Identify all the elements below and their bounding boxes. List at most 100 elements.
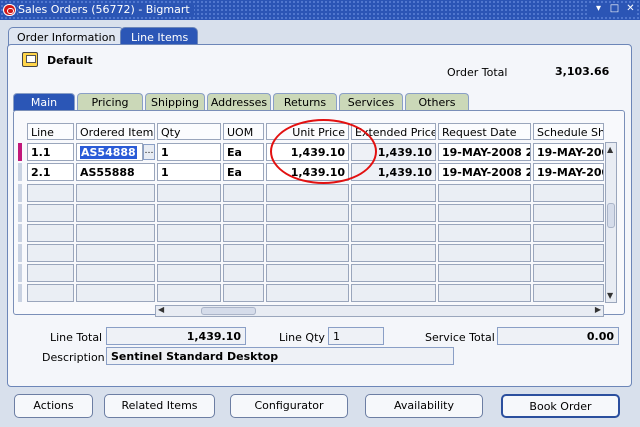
row-selector[interactable] [18, 224, 22, 242]
tab-pricing[interactable]: Pricing [77, 93, 143, 111]
empty-cell[interactable] [157, 264, 221, 282]
tab-main[interactable]: Main [13, 93, 75, 111]
row-selector[interactable] [18, 264, 22, 282]
actions-button[interactable]: Actions [14, 394, 93, 418]
empty-cell[interactable] [438, 204, 531, 222]
tab-returns[interactable]: Returns [273, 93, 337, 111]
book-order-button[interactable]: Book Order [501, 394, 620, 418]
empty-cell[interactable] [351, 184, 436, 202]
column-header-schedule-ship[interactable]: Schedule Ship [533, 123, 604, 140]
empty-cell[interactable] [533, 224, 604, 242]
horizontal-scrollbar[interactable]: ◀ ▶ [155, 305, 604, 317]
description-field[interactable]: Sentinel Standard Desktop [106, 347, 454, 365]
empty-cell[interactable] [27, 224, 74, 242]
tab-others[interactable]: Others [405, 93, 469, 111]
tab-services[interactable]: Services [339, 93, 403, 111]
folder-icon[interactable] [22, 52, 38, 67]
restore-icon[interactable]: ▾ [592, 3, 605, 16]
column-header-line[interactable]: Line [27, 123, 74, 140]
scroll-left-icon[interactable]: ◀ [158, 305, 164, 314]
empty-cell[interactable] [157, 244, 221, 262]
line-qty-field[interactable]: 1 [328, 327, 384, 345]
empty-cell[interactable] [438, 244, 531, 262]
scroll-right-icon[interactable]: ▶ [595, 305, 601, 314]
availability-button[interactable]: Availability [365, 394, 483, 418]
empty-cell[interactable] [223, 224, 264, 242]
schedule-ship-cell[interactable]: 19-MAY-2008 [533, 143, 604, 161]
empty-cell[interactable] [76, 264, 155, 282]
empty-cell[interactable] [438, 184, 531, 202]
column-header-uom[interactable]: UOM [223, 123, 264, 140]
list-of-values-button[interactable]: … [143, 144, 155, 160]
related-items-button[interactable]: Related Items [104, 394, 215, 418]
ordered-item-cell[interactable]: AS55888 [76, 163, 155, 181]
request-date-cell[interactable]: 19-MAY-2008 21:4 [438, 163, 531, 181]
uom-cell[interactable]: Ea [223, 163, 264, 181]
empty-cell[interactable] [533, 244, 604, 262]
line-number-cell[interactable]: 2.1 [27, 163, 74, 181]
empty-cell[interactable] [27, 244, 74, 262]
qty-cell[interactable]: 1 [157, 143, 221, 161]
scroll-down-icon[interactable]: ▼ [607, 291, 613, 300]
empty-cell[interactable] [76, 184, 155, 202]
empty-cell[interactable] [533, 284, 604, 302]
empty-cell[interactable] [157, 184, 221, 202]
empty-cell[interactable] [351, 204, 436, 222]
empty-cell[interactable] [438, 264, 531, 282]
row-selector[interactable] [18, 184, 22, 202]
ordered-item-cell[interactable]: AS54888 [76, 143, 143, 161]
close-icon[interactable]: ✕ [624, 3, 637, 16]
empty-cell[interactable] [533, 264, 604, 282]
row-selector-current[interactable] [18, 143, 22, 161]
empty-cell[interactable] [157, 204, 221, 222]
request-date-cell[interactable]: 19-MAY-2008 21:4 [438, 143, 531, 161]
empty-cell[interactable] [351, 264, 436, 282]
empty-cell[interactable] [266, 244, 349, 262]
empty-cell[interactable] [533, 184, 604, 202]
empty-cell[interactable] [27, 204, 74, 222]
column-header-ordered-item[interactable]: Ordered Item [76, 123, 155, 140]
scroll-thumb[interactable] [607, 203, 615, 228]
empty-cell[interactable] [157, 284, 221, 302]
empty-cell[interactable] [351, 224, 436, 242]
empty-cell[interactable] [223, 284, 264, 302]
tab-shipping[interactable]: Shipping [145, 93, 205, 111]
empty-cell[interactable] [223, 264, 264, 282]
schedule-ship-cell[interactable]: 19-MAY-2008 [533, 163, 604, 181]
line-total-field[interactable]: 1,439.10 [106, 327, 246, 345]
empty-cell[interactable] [351, 244, 436, 262]
row-selector[interactable] [18, 163, 22, 181]
empty-cell[interactable] [76, 224, 155, 242]
line-number-cell[interactable]: 1.1 [27, 143, 74, 161]
scroll-up-icon[interactable]: ▲ [607, 145, 613, 154]
vertical-scrollbar[interactable]: ▲ ▼ [605, 142, 617, 303]
empty-cell[interactable] [223, 244, 264, 262]
empty-cell[interactable] [266, 204, 349, 222]
empty-cell[interactable] [223, 204, 264, 222]
empty-cell[interactable] [76, 244, 155, 262]
empty-cell[interactable] [351, 284, 436, 302]
row-selector[interactable] [18, 244, 22, 262]
empty-cell[interactable] [266, 264, 349, 282]
empty-cell[interactable] [533, 204, 604, 222]
empty-cell[interactable] [27, 264, 74, 282]
row-selector[interactable] [18, 284, 22, 302]
maximize-icon[interactable]: □ [608, 3, 621, 16]
empty-cell[interactable] [438, 284, 531, 302]
empty-cell[interactable] [76, 284, 155, 302]
empty-cell[interactable] [223, 184, 264, 202]
empty-cell[interactable] [438, 224, 531, 242]
service-total-field[interactable]: 0.00 [497, 327, 619, 345]
scroll-thumb[interactable] [201, 307, 256, 315]
empty-cell[interactable] [266, 284, 349, 302]
qty-cell[interactable]: 1 [157, 163, 221, 181]
tab-addresses[interactable]: Addresses [207, 93, 271, 111]
empty-cell[interactable] [27, 184, 74, 202]
empty-cell[interactable] [266, 224, 349, 242]
configurator-button[interactable]: Configurator [230, 394, 348, 418]
column-header-qty[interactable]: Qty [157, 123, 221, 140]
empty-cell[interactable] [76, 204, 155, 222]
empty-cell[interactable] [266, 184, 349, 202]
empty-cell[interactable] [27, 284, 74, 302]
row-selector[interactable] [18, 204, 22, 222]
